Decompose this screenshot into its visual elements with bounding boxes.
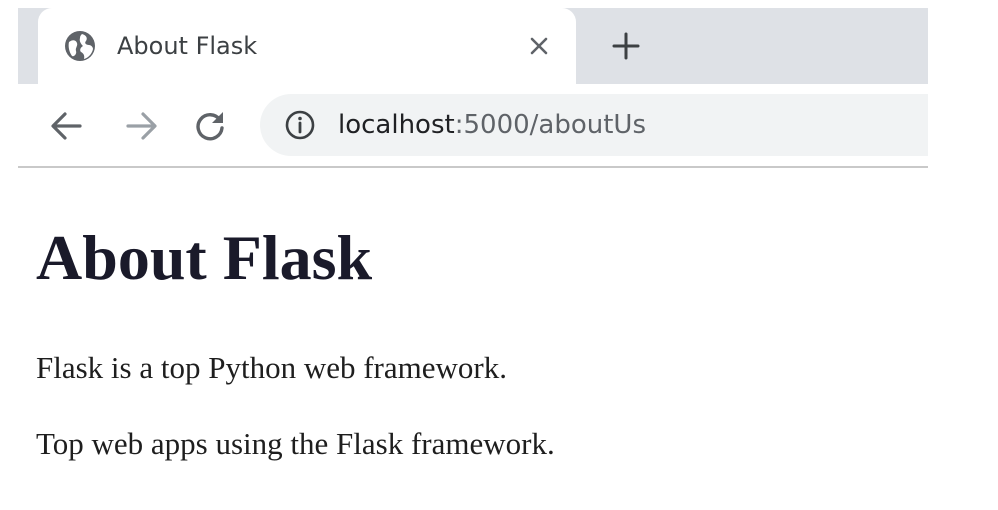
- paragraph-1: Flask is a top Python web framework.: [36, 350, 507, 385]
- url-host: localhost: [338, 110, 455, 140]
- browser-window: About Flask localhost:5000/aboutUs About…: [0, 0, 998, 510]
- tab-title: About Flask: [117, 32, 258, 60]
- arrow-right-icon[interactable]: [124, 108, 160, 144]
- paragraph-2: Top web apps using the Flask framework.: [36, 426, 555, 461]
- close-icon[interactable]: [526, 33, 552, 59]
- reload-icon[interactable]: [192, 108, 228, 144]
- arrow-left-icon[interactable]: [48, 108, 84, 144]
- globe-icon: [65, 31, 95, 61]
- page-heading: About Flask: [36, 222, 373, 293]
- url-text[interactable]: localhost:5000/aboutUs: [338, 106, 646, 144]
- url-path: :5000/aboutUs: [454, 110, 646, 140]
- info-icon[interactable]: [284, 109, 316, 141]
- plus-icon[interactable]: [610, 30, 642, 62]
